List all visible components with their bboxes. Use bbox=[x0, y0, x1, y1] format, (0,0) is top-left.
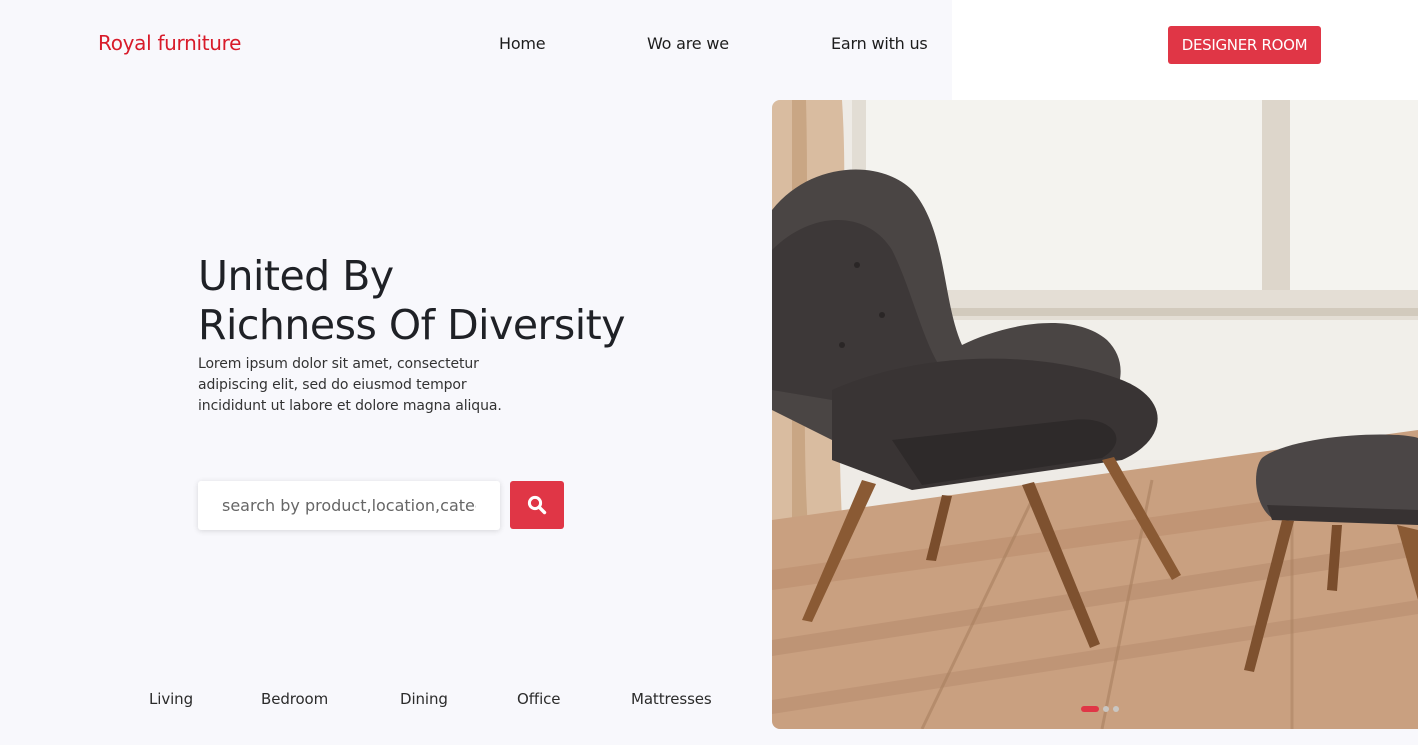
hero-title-line-2: Richness Of Diversity bbox=[198, 301, 626, 349]
nav-home[interactable]: Home bbox=[499, 34, 546, 53]
armchair-photo bbox=[772, 100, 1418, 729]
hero-title: United By Richness Of Diversity bbox=[198, 252, 718, 350]
hero-title-line-1: United By bbox=[198, 252, 394, 300]
category-living[interactable]: Living bbox=[149, 690, 193, 708]
carousel-dot-1[interactable] bbox=[1081, 706, 1099, 712]
carousel-dot-3[interactable] bbox=[1113, 706, 1119, 712]
search-box bbox=[198, 481, 500, 530]
nav-earn-with-us[interactable]: Earn with us bbox=[831, 34, 928, 53]
hero-description: Lorem ipsum dolor sit amet, consectetur … bbox=[198, 356, 502, 414]
search-input[interactable] bbox=[198, 481, 500, 530]
nav-who-are-we[interactable]: Wo are we bbox=[647, 34, 729, 53]
designer-room-button[interactable]: DESIGNER ROOM bbox=[1168, 26, 1321, 64]
search-button[interactable] bbox=[510, 481, 564, 529]
category-dining[interactable]: Dining bbox=[400, 690, 448, 708]
search-icon bbox=[527, 495, 547, 515]
brand-logo[interactable]: Royal furniture bbox=[98, 31, 241, 55]
category-bedroom[interactable]: Bedroom bbox=[261, 690, 328, 708]
category-mattresses[interactable]: Mattresses bbox=[631, 690, 712, 708]
carousel-dot-2[interactable] bbox=[1103, 706, 1109, 712]
category-office[interactable]: Office bbox=[517, 690, 561, 708]
carousel-indicators bbox=[1081, 706, 1119, 712]
